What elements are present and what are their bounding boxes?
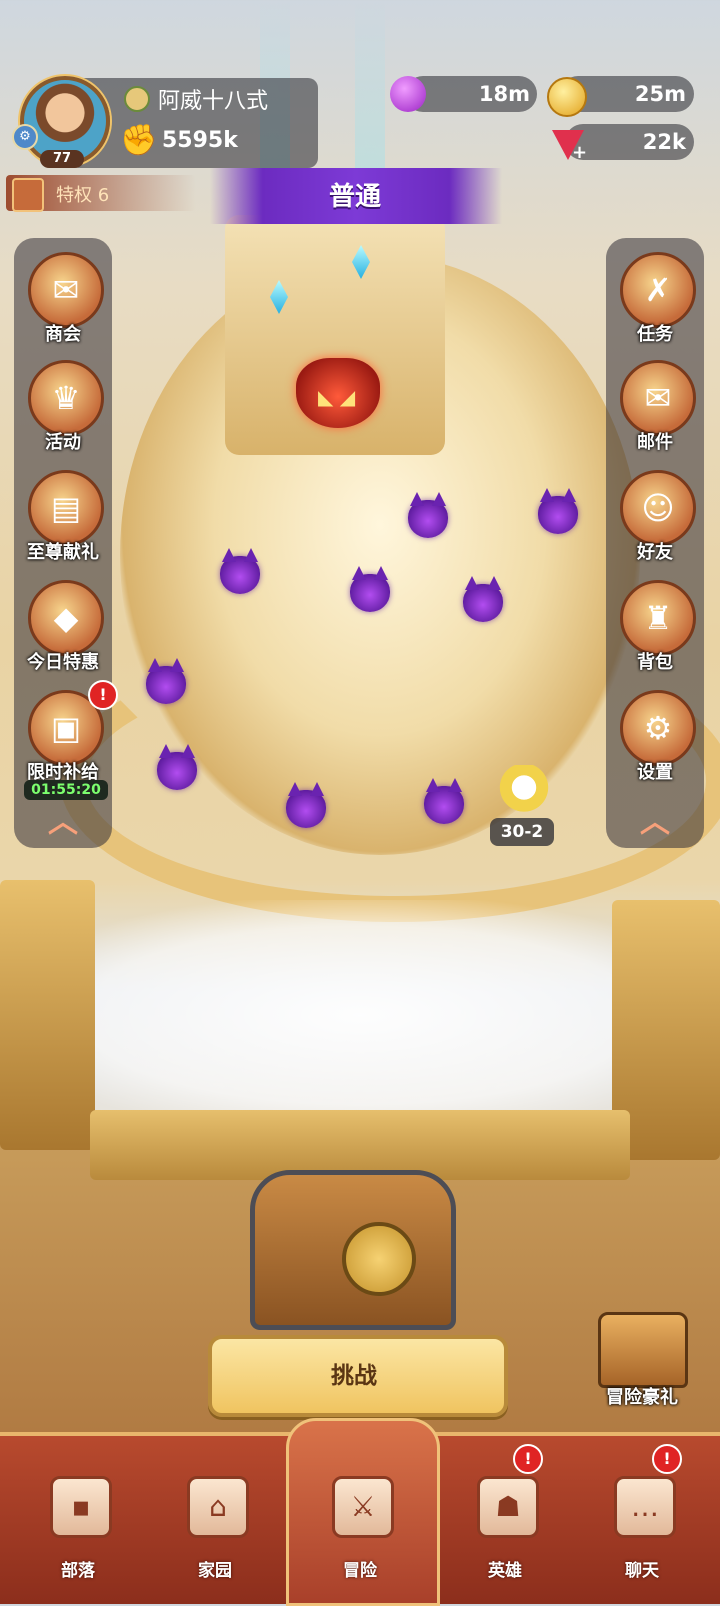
gold-amount: 25m: [634, 82, 686, 106]
nav-label: 英雄: [488, 1561, 522, 1581]
left-pillar: [0, 880, 95, 1150]
stage-node[interactable]: [408, 492, 448, 538]
nav-label: 部落: [61, 1561, 95, 1581]
gift-chest-icon: ♛: [28, 360, 104, 436]
guild-emblem-icon: [124, 86, 150, 112]
boss-eyes-icon: ◣ ◢: [318, 385, 356, 409]
collapse-right-menu-button[interactable]: ︿: [612, 808, 698, 838]
home-icon: ⌂: [187, 1476, 249, 1538]
player-name: 阿威十八式: [158, 89, 269, 114]
collapse-left-menu-button[interactable]: ︿: [20, 808, 106, 838]
stage-node[interactable]: [424, 778, 464, 824]
menu-label: 设置: [637, 762, 673, 783]
backpack-icon: ♜: [620, 580, 696, 656]
nav-label: 家园: [198, 1561, 232, 1581]
menu-label: 今日特惠: [27, 652, 99, 673]
player-level: 77: [40, 150, 84, 168]
calendar-feather-icon: ▤: [28, 470, 104, 546]
menu-limited-supply[interactable]: ▣ ! 限时补给 01:55:20: [20, 680, 118, 800]
stage-node[interactable]: [538, 488, 578, 534]
nav-chat[interactable]: … ! 聊天: [582, 1444, 702, 1586]
potion-icon: [390, 76, 426, 112]
alert-badge: !: [652, 1444, 682, 1474]
challenge-button-label: 挑战: [331, 1363, 377, 1389]
viking-helmet-icon: ☗: [477, 1476, 539, 1538]
left-side-menu: ✉ 商会 ♛ 活动 ▤ 至尊献礼 ◆ 今日特惠 ▣ ! 限时补给 01:55:2…: [14, 238, 118, 848]
alert-badge: !: [513, 1444, 543, 1474]
privilege-book-icon: [12, 178, 44, 212]
menu-label: 背包: [637, 652, 673, 673]
nav-label: 冒险: [343, 1561, 377, 1581]
treasure-bag-icon: ✉: [28, 252, 104, 328]
mail-envelope-icon: ✉: [620, 360, 696, 436]
tribe-banner-icon: ▪: [50, 1476, 112, 1538]
stage-node[interactable]: [463, 576, 503, 622]
adventure-gift-label: 冒险豪礼: [606, 1387, 678, 1408]
difficulty-label: 普通: [328, 182, 381, 212]
crossed-swords-icon: ⚔: [332, 1476, 394, 1538]
scroll-map-icon: ✗: [620, 252, 696, 328]
menu-label: 商会: [45, 324, 81, 345]
nav-label: 聊天: [625, 1561, 659, 1581]
menu-label: 邮件: [637, 432, 673, 453]
nav-home[interactable]: ⌂ 家园: [155, 1476, 275, 1586]
stage-node[interactable]: [157, 744, 197, 790]
nav-tribe[interactable]: ▪ 部落: [18, 1476, 138, 1586]
privilege-level: 特权 6: [56, 185, 110, 206]
countdown-timer: 01:55:20: [24, 780, 108, 800]
menu-label: 好友: [637, 542, 673, 563]
add-gems-button[interactable]: +: [572, 142, 587, 163]
gem-pouch-icon: ◆: [28, 580, 104, 656]
menu-events[interactable]: ♛ 活动: [20, 360, 106, 460]
menu-chamber-of-commerce[interactable]: ✉ 商会: [20, 252, 106, 352]
gear-icon: ⚙: [620, 690, 696, 766]
nav-adventure[interactable]: ⚔ 冒险: [300, 1476, 420, 1586]
menu-backpack[interactable]: ♜ 背包: [612, 580, 698, 680]
menu-label: 活动: [45, 432, 81, 453]
gem-amount: 22k: [642, 130, 686, 154]
current-stage-label: 30-2: [490, 818, 554, 846]
combat-power: 5595k: [162, 128, 238, 153]
stage-node[interactable]: [146, 658, 186, 704]
chat-bubble-icon: …: [614, 1476, 676, 1538]
menu-label: 至尊献礼: [27, 542, 99, 563]
chest-emblem-icon: [342, 1222, 416, 1296]
right-side-menu: ✗ 任务 ✉ 邮件 ☺ 好友 ♜ 背包 ⚙ 设置 ︿: [606, 238, 704, 848]
nav-heroes[interactable]: ☗ ! 英雄: [445, 1444, 565, 1586]
menu-daily-deals[interactable]: ◆ 今日特惠: [20, 580, 106, 680]
menu-supreme-gift[interactable]: ▤ 至尊献礼: [20, 470, 106, 570]
avatar-settings-icon[interactable]: ⚙: [12, 124, 38, 150]
menu-quests[interactable]: ✗ 任务: [612, 252, 698, 352]
adventure-gift-chest-icon[interactable]: [598, 1312, 688, 1388]
menu-label: 任务: [637, 324, 673, 345]
potion-amount: 18m: [478, 82, 530, 106]
crossed-swords-icon[interactable]: [495, 765, 553, 815]
fist-icon: ✊: [120, 123, 158, 158]
alert-badge: !: [88, 680, 118, 710]
stage-node[interactable]: [286, 782, 326, 828]
menu-mail[interactable]: ✉ 邮件: [612, 360, 698, 460]
menu-settings[interactable]: ⚙ 设置: [612, 690, 698, 790]
menu-friends[interactable]: ☺ 好友: [612, 470, 698, 570]
gold-coin-icon: [547, 77, 587, 117]
friends-icon: ☺: [620, 470, 696, 546]
stage-node[interactable]: [220, 548, 260, 594]
stage-node[interactable]: [350, 566, 390, 612]
